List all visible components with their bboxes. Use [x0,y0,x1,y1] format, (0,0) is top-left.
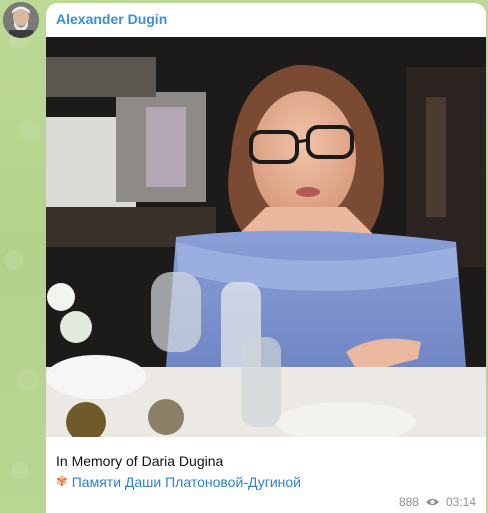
message-time: 03:14 [445,495,476,509]
caption-link-row: ✾ Памяти Даши Платоновой-Дугиной [56,473,301,490]
eye-icon [425,498,440,506]
sender-name[interactable]: Alexander Dugin [56,11,167,27]
photo-image [46,37,486,437]
channel-avatar[interactable] [3,2,39,38]
view-count: 888 [398,495,419,509]
avatar-portrait [3,2,39,38]
message-meta: 888 03:14 [399,495,476,509]
caption-link[interactable]: Памяти Даши Платоновой-Дугиной [72,474,301,490]
flower-icon: ✾ [56,473,68,489]
caption-text: In Memory of Daria Dugina [56,453,224,469]
message-bubble[interactable]: Alexander Dugin In Memory of Daria Dugin… [46,3,486,513]
message-photo[interactable] [46,37,486,437]
